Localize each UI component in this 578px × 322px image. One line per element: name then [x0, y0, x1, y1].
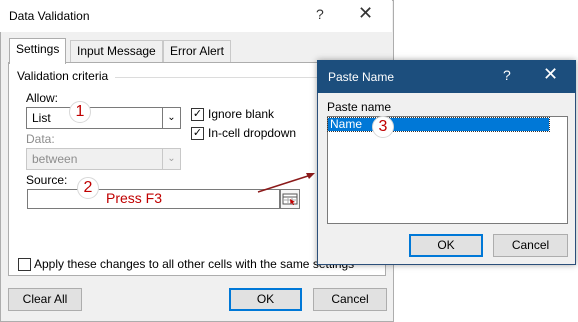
- press-f3-instruction: Press F3: [106, 190, 163, 206]
- help-icon[interactable]: ?: [316, 6, 324, 22]
- clear-all-button[interactable]: Clear All: [8, 288, 82, 311]
- source-label: Source:: [26, 173, 68, 187]
- data-select: between ⌄: [26, 148, 181, 170]
- data-value: between: [32, 152, 78, 166]
- data-label: Data:: [26, 132, 55, 146]
- step-3-callout: 3: [372, 116, 394, 138]
- ignore-blank-checkbox[interactable]: ✓: [191, 108, 204, 121]
- chevron-down-icon: ⌄: [162, 149, 180, 169]
- tab-input-message[interactable]: Input Message: [70, 40, 163, 63]
- apply-all-label: Apply these changes to all other cells w…: [34, 257, 355, 271]
- arrow-icon: [257, 173, 315, 193]
- allow-label: Allow:: [26, 91, 59, 105]
- in-cell-dropdown-checkbox[interactable]: ✓: [191, 127, 204, 140]
- close-icon[interactable]: ✕: [358, 3, 373, 24]
- paste-name-title: Paste Name: [328, 70, 395, 84]
- cancel-button[interactable]: Cancel: [313, 288, 387, 311]
- validation-criteria-label: Validation criteria: [17, 69, 109, 83]
- tab-error-alert[interactable]: Error Alert: [163, 40, 232, 63]
- allow-select[interactable]: List ⌄: [26, 107, 181, 129]
- in-cell-dropdown-label: In-cell dropdown: [208, 126, 297, 140]
- tab-settings[interactable]: Settings: [9, 38, 67, 64]
- close-icon[interactable]: ✕: [543, 64, 558, 85]
- step-2-callout: 2: [77, 177, 99, 199]
- ok-button[interactable]: OK: [229, 288, 302, 311]
- chevron-down-icon[interactable]: ⌄: [162, 108, 180, 128]
- ignore-blank-label: Ignore blank: [208, 107, 275, 121]
- help-icon[interactable]: ?: [503, 67, 511, 83]
- paste-name-list-label: Paste name: [327, 100, 392, 114]
- allow-value: List: [32, 111, 51, 125]
- list-item[interactable]: Name: [327, 117, 550, 132]
- apply-all-checkbox[interactable]: [18, 258, 31, 271]
- paste-name-ok-button[interactable]: OK: [409, 234, 483, 257]
- dialog-title: Data Validation: [9, 9, 90, 23]
- paste-name-cancel-button[interactable]: Cancel: [493, 234, 568, 257]
- step-1-callout: 1: [69, 101, 91, 123]
- paste-name-list[interactable]: [327, 116, 568, 224]
